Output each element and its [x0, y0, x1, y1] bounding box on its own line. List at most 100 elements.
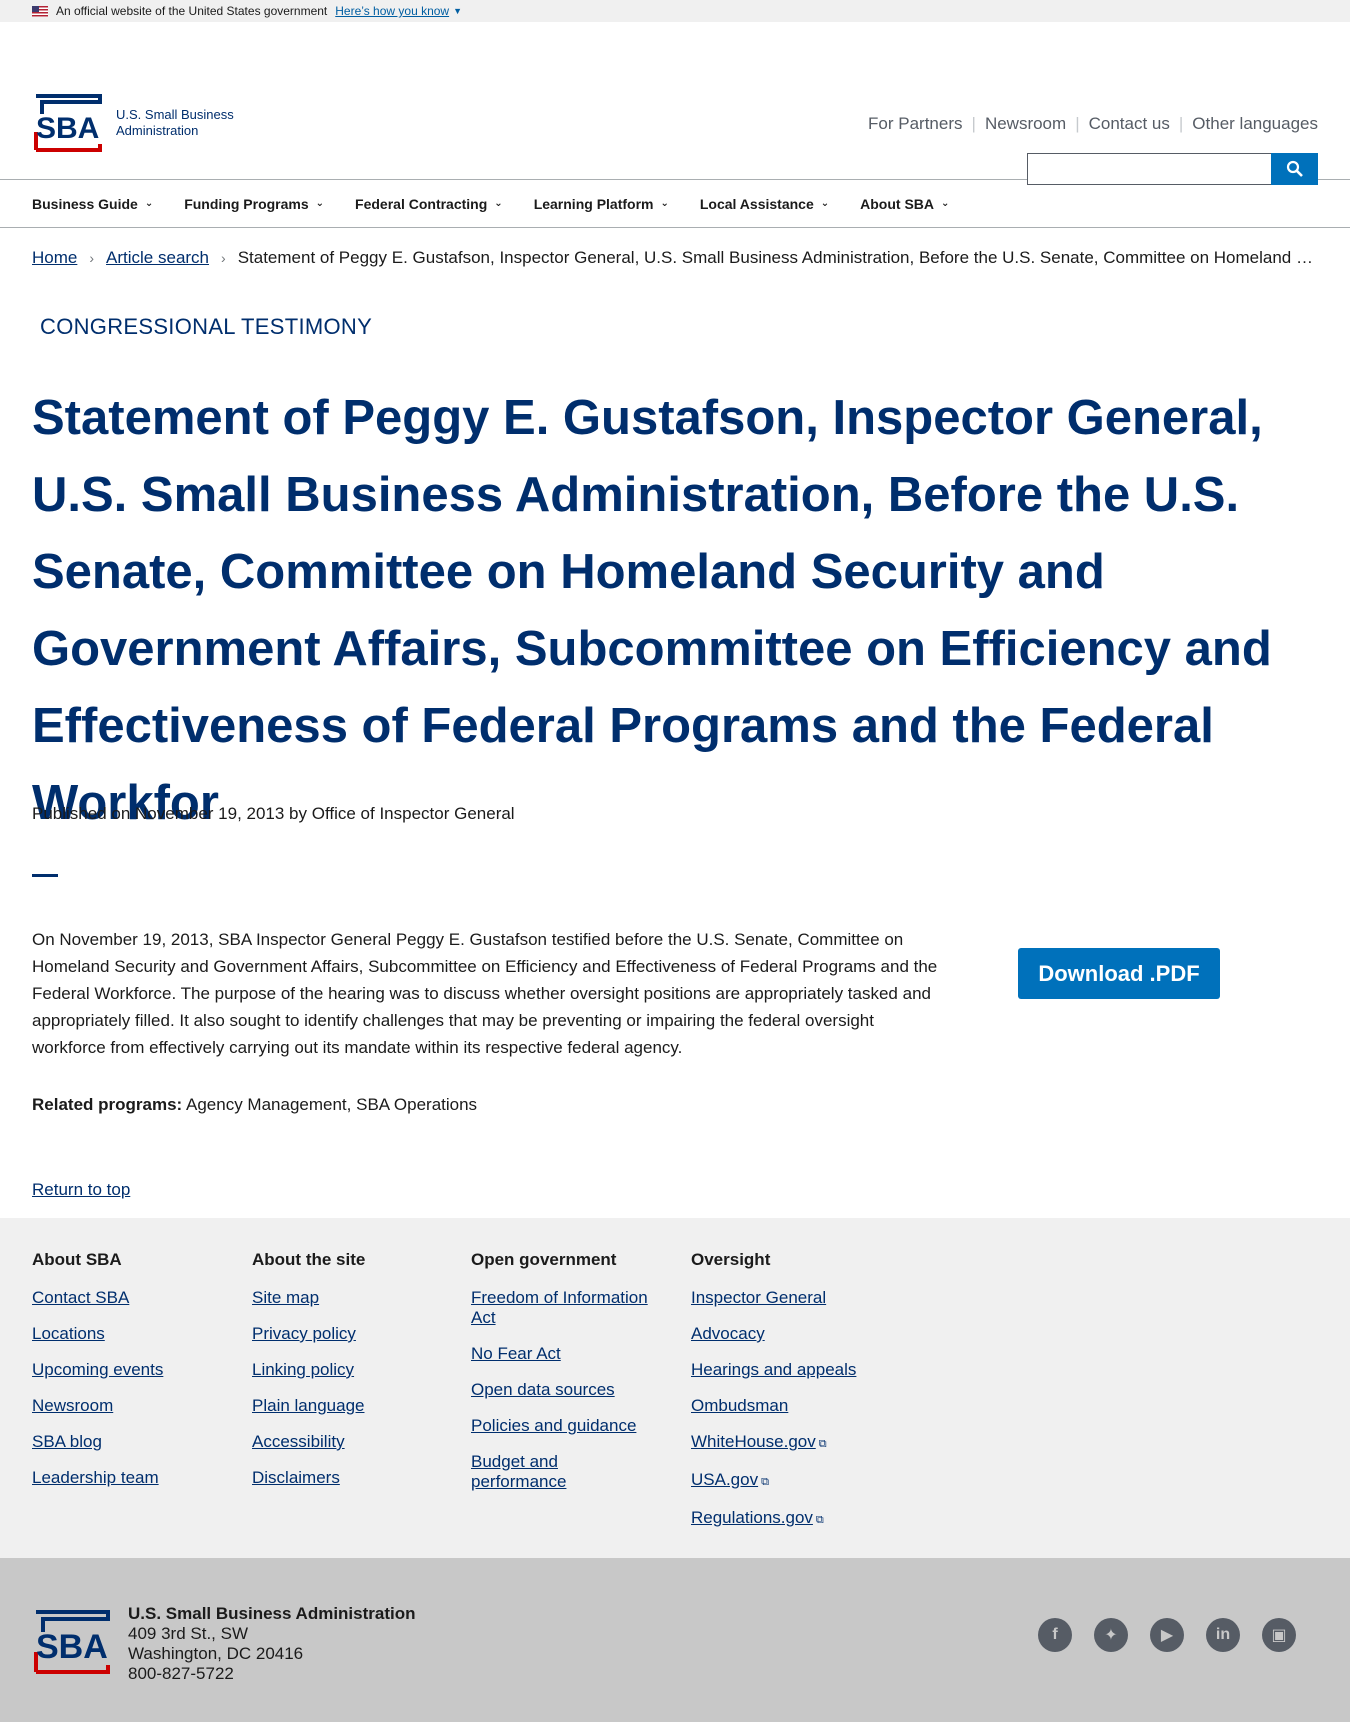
- chevron-down-icon: ⌄: [820, 198, 830, 209]
- contact-us-link[interactable]: Contact us: [1089, 114, 1170, 134]
- us-flag-icon: [32, 5, 48, 17]
- footer-column-oversight: Oversight Inspector General Advocacy Hea…: [691, 1250, 891, 1546]
- external-link-icon: ⧉: [818, 1438, 827, 1450]
- search-input[interactable]: [1027, 153, 1271, 185]
- footer-column-about-sba: About SBA Contact SBA Locations Upcoming…: [32, 1250, 232, 1504]
- link-label: USA.gov: [691, 1470, 759, 1489]
- sba-logo-icon: SBA: [34, 94, 102, 152]
- other-languages-link[interactable]: Other languages: [1192, 114, 1318, 134]
- svg-text:SBA: SBA: [36, 112, 99, 145]
- footer-heading: About SBA: [32, 1250, 122, 1269]
- footer-link[interactable]: Policies and guidance: [471, 1416, 661, 1436]
- footer-heading: Oversight: [691, 1250, 771, 1269]
- address-line-2: Washington, DC 20416: [128, 1644, 304, 1663]
- footer-link[interactable]: Privacy policy: [252, 1324, 452, 1344]
- footer-link[interactable]: Ombudsman: [691, 1396, 891, 1416]
- footer-link[interactable]: Leadership team: [32, 1468, 232, 1488]
- footer-link[interactable]: No Fear Act: [471, 1344, 661, 1364]
- footer-link[interactable]: SBA blog: [32, 1432, 232, 1452]
- breadcrumb-current: Statement of Peggy E. Gustafson, Inspect…: [237, 248, 1318, 267]
- external-link-icon: ⧉: [815, 1514, 824, 1526]
- link-label: WhiteHouse.gov: [691, 1432, 816, 1451]
- social-links: f ✦ ▶ in ▣: [1016, 1618, 1296, 1652]
- footer-link[interactable]: Newsroom: [32, 1396, 232, 1416]
- footer-link[interactable]: Freedom of Information Act: [471, 1288, 661, 1328]
- utility-nav: For Partners | Newsroom | Contact us | O…: [868, 114, 1318, 134]
- related-programs-value: Agency Management, SBA Operations: [186, 1095, 478, 1114]
- related-programs-label: Related programs:: [32, 1095, 183, 1114]
- page-title: Statement of Peggy E. Gustafson, Inspect…: [32, 391, 1272, 830]
- newsroom-link[interactable]: Newsroom: [985, 114, 1066, 134]
- divider: |: [1075, 114, 1080, 133]
- footer-link[interactable]: Upcoming events: [32, 1360, 232, 1380]
- footer-address: U.S. Small Business Administration 409 3…: [128, 1604, 416, 1684]
- nav-label: Local Assistance: [699, 195, 814, 212]
- sba-logo-icon[interactable]: SBA: [32, 1610, 112, 1674]
- linkedin-icon[interactable]: in: [1206, 1618, 1240, 1652]
- external-link-icon: ⧉: [761, 1476, 769, 1488]
- site-header: SBA U.S. Small Business Administration F…: [0, 22, 1350, 185]
- logo-wordmark: U.S. Small Business Administration: [116, 107, 234, 139]
- footer-link[interactable]: Linking policy: [252, 1360, 452, 1380]
- nav-federal-contracting[interactable]: Federal Contracting ⌄: [355, 196, 503, 212]
- sba-logo[interactable]: SBA U.S. Small Business Administration: [32, 94, 234, 152]
- breadcrumb-home[interactable]: Home: [32, 248, 77, 268]
- chevron-down-icon: ⌄: [315, 198, 325, 209]
- footer-link[interactable]: Advocacy: [691, 1324, 891, 1344]
- footer-heading: Open government: [471, 1250, 617, 1269]
- footer-link-external[interactable]: Regulations.gov ⧉: [691, 1508, 891, 1530]
- instagram-icon[interactable]: ▣: [1262, 1618, 1296, 1652]
- nav-about-sba[interactable]: About SBA ⌄: [860, 196, 949, 212]
- nav-label: About SBA: [860, 195, 935, 212]
- youtube-icon[interactable]: ▶: [1150, 1618, 1184, 1652]
- nav-label: Federal Contracting: [355, 195, 488, 212]
- address-line-1: 409 3rd St., SW: [128, 1624, 248, 1643]
- nav-label: Funding Programs: [184, 195, 309, 212]
- related-programs: Related programs: Agency Management, SBA…: [32, 1095, 477, 1115]
- footer-link[interactable]: Open data sources: [471, 1380, 661, 1400]
- nav-label: Learning Platform: [533, 195, 654, 212]
- site-footer: About SBA Contact SBA Locations Upcoming…: [0, 1218, 1350, 1558]
- return-to-top-link[interactable]: Return to top: [32, 1180, 130, 1200]
- breadcrumb-article-search[interactable]: Article search: [106, 248, 209, 268]
- footer-link[interactable]: Hearings and appeals: [691, 1360, 891, 1380]
- download-pdf-button[interactable]: Download .PDF: [1018, 948, 1220, 999]
- divider: |: [1178, 114, 1184, 133]
- footer-link-external[interactable]: USA.gov ⧉: [691, 1470, 891, 1492]
- gov-banner-text: An official website of the United States…: [56, 4, 328, 18]
- org-name: U.S. Small Business Administration: [128, 1604, 416, 1623]
- footer-column-open-government: Open government Freedom of Information A…: [471, 1250, 661, 1508]
- search-button[interactable]: [1271, 153, 1318, 185]
- footer-link[interactable]: Site map: [252, 1288, 452, 1308]
- footer-link[interactable]: Locations: [32, 1324, 232, 1344]
- footer-link-external[interactable]: WhiteHouse.gov ⧉: [691, 1432, 891, 1454]
- nav-funding-programs[interactable]: Funding Programs ⌄: [184, 196, 324, 212]
- footer-heading: About the site: [252, 1250, 366, 1269]
- phone-number: 800-827-5722: [128, 1664, 234, 1683]
- footer-column-about-site: About the site Site map Privacy policy L…: [252, 1250, 452, 1504]
- footer-link[interactable]: Accessibility: [252, 1432, 452, 1452]
- search-icon: [1286, 160, 1303, 177]
- footer-link[interactable]: Contact SBA: [32, 1288, 232, 1308]
- logo-line-2: Administration: [116, 123, 199, 138]
- footer-link[interactable]: Budget and performance: [471, 1452, 581, 1492]
- twitter-icon[interactable]: ✦: [1094, 1618, 1128, 1652]
- footer-link[interactable]: Inspector General: [691, 1288, 891, 1308]
- facebook-icon[interactable]: f: [1038, 1618, 1072, 1652]
- for-partners-link[interactable]: For Partners: [868, 114, 962, 134]
- svg-text:SBA: SBA: [36, 1628, 108, 1666]
- chevron-down-icon: ⌄: [494, 198, 503, 209]
- nav-business-guide[interactable]: Business Guide ⌄: [32, 196, 153, 212]
- heres-how-you-know-link[interactable]: Here’s how you know: [335, 4, 449, 18]
- divider: [32, 874, 58, 877]
- main-nav: Business Guide ⌄ Funding Programs ⌄ Federa…: [0, 180, 1350, 228]
- search-form: [1027, 153, 1318, 185]
- nav-learning-platform[interactable]: Learning Platform ⌄: [534, 196, 669, 212]
- footer-link[interactable]: Plain language: [252, 1396, 452, 1416]
- chevron-down-icon: ⌄: [144, 198, 154, 209]
- footer-link[interactable]: Disclaimers: [252, 1468, 452, 1488]
- article-body: On November 19, 2013, SBA Inspector Gene…: [32, 930, 938, 1057]
- nav-local-assistance[interactable]: Local Assistance ⌄: [700, 196, 829, 212]
- divider: |: [971, 114, 976, 133]
- chevron-down-icon[interactable]: ▼: [453, 6, 462, 16]
